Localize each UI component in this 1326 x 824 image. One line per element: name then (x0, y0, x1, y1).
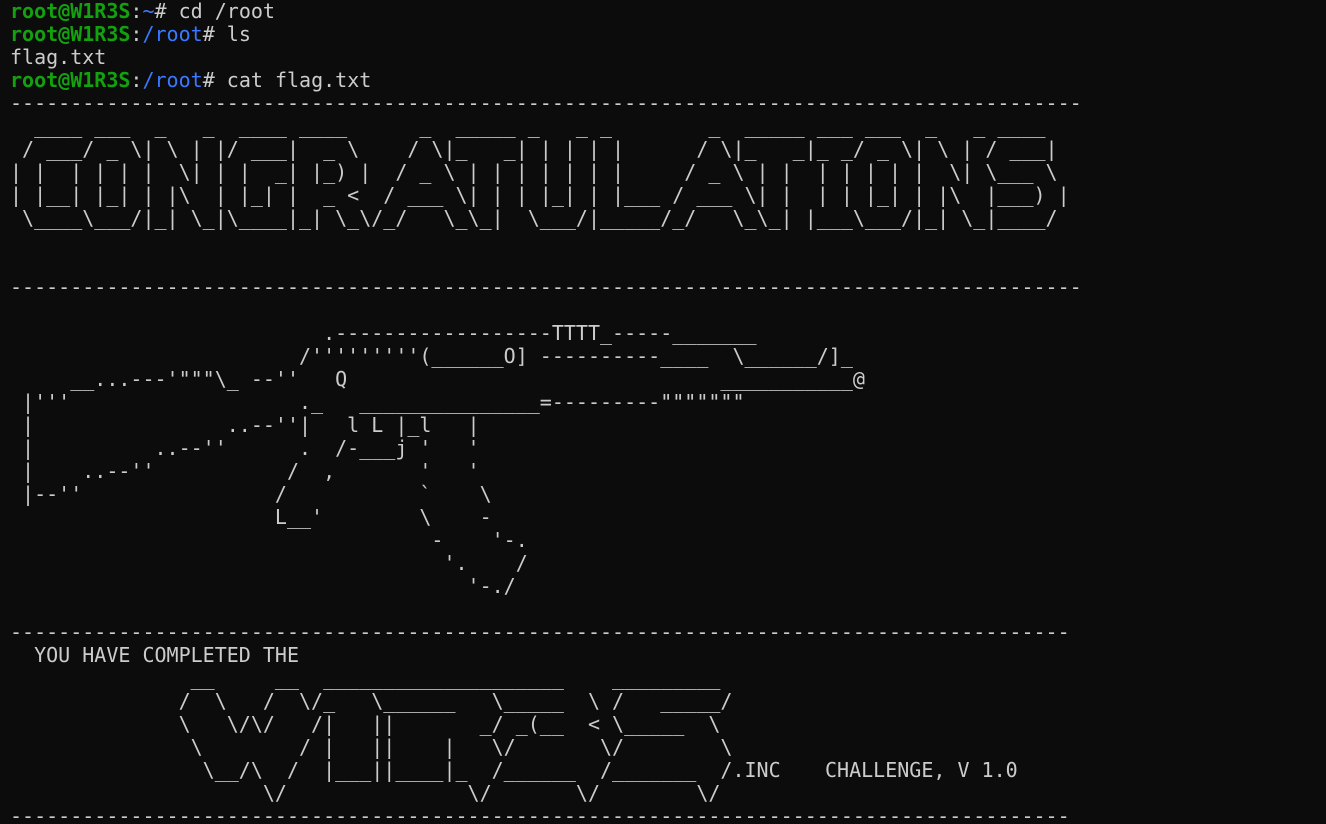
prompt-line-3: root@W1R3S:/root# cat flag.txt (10, 69, 1326, 92)
prompt-suffix: # (202, 69, 227, 92)
command-output: flag.txt (10, 46, 107, 69)
separator-line: ----------------------------------------… (10, 276, 1082, 299)
completed-text: YOU HAVE COMPLETED THE (10, 644, 299, 667)
separator-line: ----------------------------------------… (10, 621, 1070, 644)
prompt-path: ~ (142, 0, 155, 23)
prompt-colon: : (130, 69, 143, 92)
prompt-user-host: root@W1R3S (10, 0, 131, 23)
challenge-version-text: CHALLENGE, V 1.0 (825, 758, 1018, 782)
prompt-path: /root (142, 69, 203, 92)
separator-line: ----------------------------------------… (10, 805, 1070, 824)
prompt-line-2: root@W1R3S:/root# ls (10, 23, 1326, 46)
command-text: cd /root (178, 0, 275, 23)
separator-line: ----------------------------------------… (10, 92, 1082, 115)
terminal-window[interactable]: root@W1R3S:~# cd /root root@W1R3S:/root#… (0, 0, 1326, 824)
prompt-path: /root (142, 23, 203, 46)
command-text: ls (226, 23, 251, 46)
command-text: cat flag.txt (226, 69, 372, 92)
wires-ascii-art: __ __ ____________________ _________ / \… (178, 666, 781, 805)
prompt-user-host: root@W1R3S (10, 69, 131, 92)
congratulations-ascii-art: ____ ___ _ _ ____ ____ _ _____ _ _ _ _ _… (10, 114, 1070, 230)
prompt-colon: : (130, 0, 143, 23)
prompt-suffix: # (202, 23, 227, 46)
prompt-suffix: # (154, 0, 179, 23)
prompt-line-1: root@W1R3S:~# cd /root (10, 0, 1326, 23)
prompt-user-host: root@W1R3S (10, 23, 131, 46)
prompt-colon: : (130, 23, 143, 46)
rifle-ascii-art: .------------------TTTT_-----_______ /''… (22, 321, 865, 598)
